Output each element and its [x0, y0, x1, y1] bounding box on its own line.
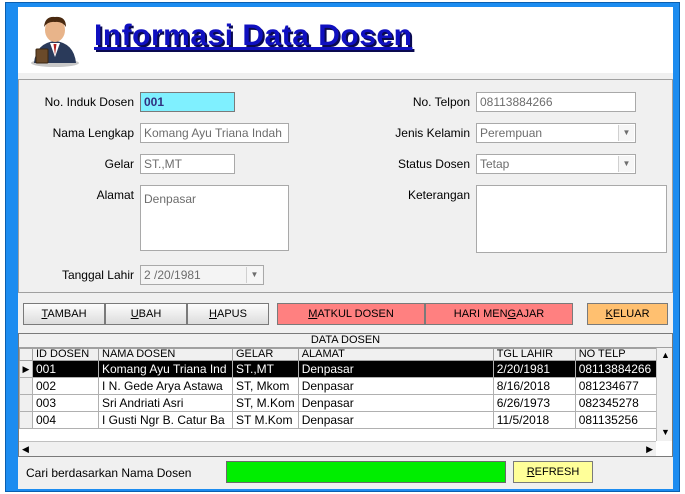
grid-caption: DATA DOSEN: [19, 334, 672, 348]
lecturer-avatar-icon: [31, 16, 79, 67]
search-input[interactable]: [226, 461, 506, 483]
scroll-right-icon[interactable]: ▶: [646, 444, 653, 455]
scroll-left-icon[interactable]: ◀: [22, 444, 29, 455]
cell-alamat[interactable]: Denpasar: [297, 394, 494, 412]
page-title: Informasi Data Dosen: [94, 19, 413, 52]
alamat-label: Alamat: [96, 188, 134, 202]
horizontal-scrollbar[interactable]: ◀ ▶: [19, 441, 656, 456]
window-frame: Informasi Data Dosen No. Induk Dosen 001…: [5, 2, 680, 492]
tanggal-lahir-picker[interactable]: 2 /20/1981 ▼: [140, 265, 264, 285]
nama-label: Nama Lengkap: [52, 126, 134, 140]
ubah-button[interactable]: UBAH: [105, 303, 187, 325]
cell-tgl-lahir[interactable]: 11/5/2018: [492, 411, 576, 429]
chevron-down-icon[interactable]: ▼: [246, 267, 262, 283]
cell-no-telp[interactable]: 082345278: [574, 394, 659, 412]
table-row[interactable]: 002 I N. Gede Arya Astawa ST, Mkom Denpa…: [19, 377, 659, 395]
row-pointer-icon: ▶: [19, 360, 33, 378]
hari-mengajar-button[interactable]: HARI MENGAJAR: [425, 303, 573, 325]
cell-tgl-lahir[interactable]: 8/16/2018: [492, 377, 576, 395]
cell-alamat[interactable]: Denpasar: [297, 377, 494, 395]
cell-gelar[interactable]: ST.,MT: [232, 360, 299, 378]
row-selector[interactable]: [19, 377, 33, 395]
form-panel: No. Induk Dosen 001 Nama Lengkap Komang …: [18, 79, 673, 293]
chevron-down-icon[interactable]: ▼: [618, 156, 634, 172]
chevron-down-icon[interactable]: ▼: [618, 125, 634, 141]
alamat-field[interactable]: Denpasar: [140, 185, 289, 251]
cell-nama[interactable]: Sri Andriati Asri: [98, 394, 233, 412]
cell-nama[interactable]: I Gusti Ngr B. Catur Ba: [98, 411, 233, 429]
gelar-field[interactable]: ST.,MT: [140, 154, 235, 174]
column-header-tgl-lahir[interactable]: TGL LAHIR: [492, 348, 576, 361]
gelar-label: Gelar: [104, 157, 134, 171]
cell-no-telp[interactable]: 081234677: [574, 377, 659, 395]
nip-field[interactable]: 001: [140, 92, 235, 112]
dosen-table: ID DOSEN NAMA DOSEN GELAR ALAMAT TGL LAH…: [19, 348, 659, 429]
column-header-id[interactable]: ID DOSEN: [32, 348, 99, 361]
matkul-dosen-button[interactable]: MATKUL DOSEN: [277, 303, 425, 325]
scroll-up-icon[interactable]: ▲: [661, 350, 670, 360]
status-dosen-label: Status Dosen: [397, 157, 470, 171]
jenis-kelamin-label: Jenis Kelamin: [395, 126, 470, 140]
cell-gelar[interactable]: ST, M.Kom: [232, 394, 299, 412]
keterangan-field[interactable]: [476, 185, 667, 253]
cell-nama[interactable]: Komang Ayu Triana Ind: [98, 360, 233, 378]
tambah-button[interactable]: TAMBAH: [23, 303, 105, 325]
cell-no-telp[interactable]: 081135256: [574, 411, 659, 429]
cell-tgl-lahir[interactable]: 6/26/1973: [492, 394, 576, 412]
column-header-no-telp[interactable]: NO TELP: [574, 348, 659, 361]
cell-id[interactable]: 003: [32, 394, 99, 412]
cell-gelar[interactable]: ST, Mkom: [232, 377, 299, 395]
keterangan-label: Keterangan: [407, 188, 470, 202]
cell-alamat[interactable]: Denpasar: [297, 411, 494, 429]
telpon-field[interactable]: 08113884266: [476, 92, 636, 112]
column-header-alamat[interactable]: ALAMAT: [297, 348, 494, 361]
cell-tgl-lahir[interactable]: 2/20/1981: [492, 360, 576, 378]
row-selector[interactable]: [19, 411, 33, 429]
keluar-button[interactable]: KELUAR: [587, 303, 668, 325]
telpon-label: No. Telpon: [412, 95, 470, 109]
cell-nama[interactable]: I N. Gede Arya Astawa: [98, 377, 233, 395]
hapus-button[interactable]: HAPUS: [187, 303, 269, 325]
form-surface: Informasi Data Dosen No. Induk Dosen 001…: [18, 7, 673, 489]
data-grid[interactable]: DATA DOSEN ID DOSEN NAMA DOSEN GELAR ALA…: [18, 333, 673, 457]
column-header-gelar[interactable]: GELAR: [232, 348, 299, 361]
column-header-nama[interactable]: NAMA DOSEN: [98, 348, 233, 361]
row-selector[interactable]: [19, 394, 33, 412]
jenis-kelamin-value: Perempuan: [480, 126, 543, 140]
cell-id[interactable]: 001: [32, 360, 99, 378]
vertical-scrollbar[interactable]: ▲ ▼: [656, 348, 672, 441]
status-dosen-value: Tetap: [480, 157, 510, 171]
table-header-row: ID DOSEN NAMA DOSEN GELAR ALAMAT TGL LAH…: [19, 348, 659, 361]
cell-id[interactable]: 002: [32, 377, 99, 395]
header: Informasi Data Dosen: [18, 7, 673, 73]
search-label: Cari berdasarkan Nama Dosen: [26, 466, 192, 480]
table-row[interactable]: 004 I Gusti Ngr B. Catur Ba ST M.Kom Den…: [19, 411, 659, 429]
cell-id[interactable]: 004: [32, 411, 99, 429]
refresh-button[interactable]: REFRESH: [513, 461, 593, 483]
table-row[interactable]: ▶ 001 Komang Ayu Triana Ind ST.,MT Denpa…: [19, 360, 659, 378]
status-dosen-select[interactable]: Tetap ▼: [476, 154, 636, 174]
nip-label: No. Induk Dosen: [44, 95, 134, 109]
table-row[interactable]: 003 Sri Andriati Asri ST, M.Kom Denpasar…: [19, 394, 659, 412]
scroll-down-icon[interactable]: ▼: [661, 427, 670, 437]
cell-alamat[interactable]: Denpasar: [297, 360, 494, 378]
cell-gelar[interactable]: ST M.Kom: [232, 411, 299, 429]
row-selector-header: [19, 348, 33, 361]
cell-no-telp[interactable]: 08113884266: [574, 360, 659, 378]
nama-field[interactable]: Komang Ayu Triana Indah: [140, 123, 289, 143]
tanggal-lahir-value: 2 /20/1981: [144, 268, 201, 282]
jenis-kelamin-select[interactable]: Perempuan ▼: [476, 123, 636, 143]
tanggal-lahir-label: Tanggal Lahir: [61, 268, 134, 282]
